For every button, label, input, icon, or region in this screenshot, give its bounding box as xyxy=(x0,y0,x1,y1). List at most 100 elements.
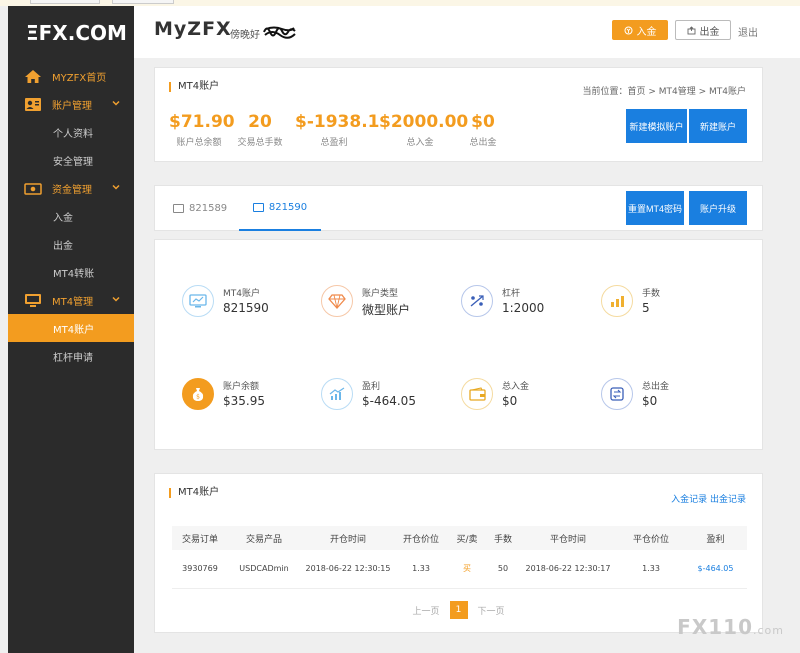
greeting: 傍晚好 xyxy=(230,30,260,41)
account-info-panel: MT4账户 821590 账户类型 微型账户 杠杆 1:2000 手数 5 $ … xyxy=(154,239,763,450)
account-tabs-panel: 821589 821590 重置MT4密码 账户升级 xyxy=(154,185,763,231)
account-upgrade-button[interactable]: 账户升级 xyxy=(689,191,747,225)
stat-label: 总盈利 xyxy=(320,138,348,148)
user-card-icon xyxy=(22,96,44,112)
tab-821589[interactable]: 821589 xyxy=(173,186,227,231)
new-demo-account-button[interactable]: 新建模拟账户 xyxy=(626,109,687,143)
sidebar-item-funds-mgmt[interactable]: 资金管理 xyxy=(8,174,134,202)
summary-panel: MT4账户 当前位置：首页 > MT4管理 > MT4账户 $71.90 账户总… xyxy=(154,67,763,162)
cell-profit: $-464.05 xyxy=(684,550,747,589)
coin-icon xyxy=(624,26,632,34)
info-total-withdraw: 总出金 $0 xyxy=(601,378,731,418)
cell-lots: 50 xyxy=(488,550,518,589)
cell-close-time: 2018-06-22 12:30:17 xyxy=(518,550,618,589)
chevron-down-icon xyxy=(112,184,120,190)
sidebar-item-label: MYZFX首页 xyxy=(52,72,107,84)
stat-value: 20 xyxy=(248,112,272,132)
reset-mt4-password-button[interactable]: 重置MT4密码 xyxy=(626,191,684,225)
new-account-button[interactable]: 新建账户 xyxy=(689,109,747,143)
home-icon xyxy=(22,68,44,84)
logo: ΞFX.COM xyxy=(26,21,127,45)
column-header: 平仓价位 xyxy=(618,526,684,550)
header: MyZFX 傍晚好 入金 出金 退出 xyxy=(134,6,800,58)
table-row: 3930769 USDCADmin 2018-06-22 12:30:15 1.… xyxy=(172,550,747,589)
logout-link[interactable]: 退出 xyxy=(738,24,758,39)
stat-total-withdraw: $0 总出金 xyxy=(463,112,503,148)
sidebar-item-mt4-mgmt[interactable]: MT4管理 xyxy=(8,286,134,314)
info-label: MT4账户 xyxy=(223,289,260,299)
deposit-records-link[interactable]: 入金记录 xyxy=(671,495,707,505)
column-header: 平仓时间 xyxy=(518,526,618,550)
info-label: 盈利 xyxy=(362,382,381,392)
prev-page-link[interactable]: 上一页 xyxy=(412,604,439,617)
current-page-button[interactable]: 1 xyxy=(449,601,468,619)
sidebar-item-label: MT4管理 xyxy=(52,296,94,308)
column-header: 盈利 xyxy=(684,526,747,550)
info-value: $-464.05 xyxy=(362,394,416,408)
bar-chart-icon xyxy=(601,285,633,317)
info-total-deposit: 总入金 $0 xyxy=(461,378,591,418)
deposit-button[interactable]: 入金 xyxy=(612,20,668,40)
info-label: 账户余额 xyxy=(223,382,260,392)
record-links: 入金记录 出金记录 xyxy=(671,492,746,505)
sidebar-item-personal-info[interactable]: 个人资料 xyxy=(8,118,134,146)
stat-total-deposit: $2000.00 总入金 xyxy=(379,112,468,148)
withdraw-records-link[interactable]: 出金记录 xyxy=(710,495,746,505)
next-page-link[interactable]: 下一页 xyxy=(478,604,505,617)
pagination: 上一页 1 下一页 xyxy=(155,601,762,619)
column-header: 交易订单 xyxy=(172,526,228,550)
info-value: 821590 xyxy=(223,301,269,315)
stat-value: $-1938.1 xyxy=(295,112,380,132)
info-lots: 手数 5 xyxy=(601,285,731,325)
watermark: FX110.com xyxy=(677,615,784,639)
tab-821590[interactable]: 821590 xyxy=(239,186,321,231)
stat-total-profit: $-1938.1 总盈利 xyxy=(295,112,380,148)
brand-title: MyZFX xyxy=(154,18,232,40)
sidebar-item-security[interactable]: 安全管理 xyxy=(8,146,134,174)
terminal-icon xyxy=(252,203,264,212)
browser-tab[interactable] xyxy=(30,0,100,4)
info-value: $35.95 xyxy=(223,394,265,408)
column-header: 交易产品 xyxy=(228,526,300,550)
withdraw-label: 出金 xyxy=(699,26,720,38)
withdraw-icon xyxy=(687,25,695,34)
sidebar-item-withdraw[interactable]: 出金 xyxy=(8,230,134,258)
diamond-icon xyxy=(321,285,353,317)
sidebar-item-label: 账户管理 xyxy=(52,100,92,112)
stat-value: $71.90 xyxy=(169,112,235,132)
info-value: $0 xyxy=(642,394,658,408)
wallet-icon xyxy=(461,378,493,410)
sidebar: ΞFX.COM MYZFX首页 账户管理 个人资料 安全管理 资金管理 入金 出… xyxy=(8,6,134,653)
chevron-down-icon xyxy=(112,296,120,302)
monitor-icon xyxy=(22,292,44,308)
sidebar-item-label: 资金管理 xyxy=(52,184,92,196)
info-balance: $ 账户余额 $35.95 xyxy=(182,378,312,418)
stat-label: 总出金 xyxy=(469,138,497,148)
stat-total-balance: $71.90 账户总余额 xyxy=(169,112,235,148)
info-label: 总入金 xyxy=(502,382,530,392)
panel-title: MT4账户 xyxy=(169,488,219,498)
sidebar-item-mt4-transfer[interactable]: MT4转账 xyxy=(8,258,134,286)
sidebar-item-leverage-apply[interactable]: 杠杆申请 xyxy=(8,342,134,370)
panel-title: MT4账户 xyxy=(169,82,219,92)
info-label: 总出金 xyxy=(642,382,670,392)
sidebar-item-mt4-account[interactable]: MT4账户 xyxy=(8,314,134,342)
watermark-suffix: .com xyxy=(753,624,784,637)
trend-icon xyxy=(321,378,353,410)
money-bag-icon: $ xyxy=(182,378,214,410)
column-header: 开仓价位 xyxy=(396,526,446,550)
sidebar-item-deposit[interactable]: 入金 xyxy=(8,202,134,230)
browser-tab[interactable] xyxy=(112,0,174,4)
info-value: 5 xyxy=(642,301,650,315)
info-mt4-account: MT4账户 821590 xyxy=(182,285,312,325)
tab-label: 821590 xyxy=(268,202,308,213)
redacted-username-mark xyxy=(263,26,296,39)
stat-label: 账户总余额 xyxy=(176,138,222,148)
sidebar-item-account-mgmt[interactable]: 账户管理 xyxy=(8,90,134,118)
withdraw-button[interactable]: 出金 xyxy=(675,20,731,40)
deposit-label: 入金 xyxy=(636,26,657,38)
sidebar-item-home[interactable]: MYZFX首页 xyxy=(8,62,134,90)
column-header: 开仓时间 xyxy=(300,526,396,550)
cell-product: USDCADmin xyxy=(228,550,300,589)
cell-open-time: 2018-06-22 12:30:15 xyxy=(300,550,396,589)
